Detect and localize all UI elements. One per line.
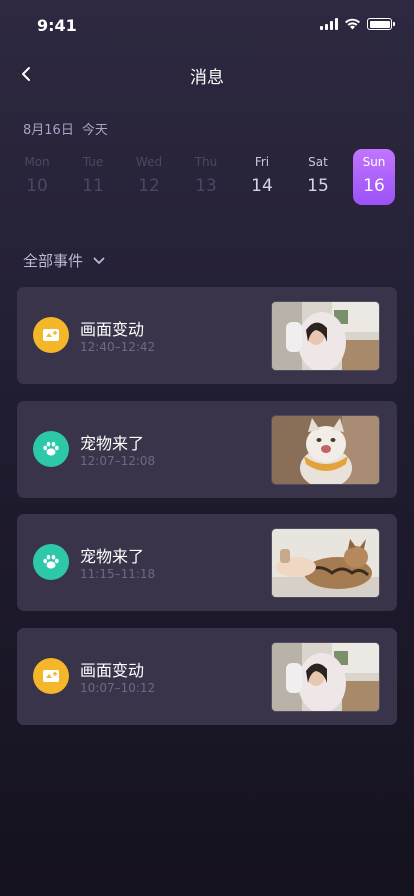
- event-time: 10:07–10:12: [80, 681, 156, 695]
- day-sun[interactable]: Sun 16: [353, 149, 395, 205]
- wifi-icon: [345, 18, 360, 30]
- day-name: Mon: [24, 155, 50, 169]
- status-bar: 9:41: [0, 0, 414, 50]
- date-label: 8月16日 今天: [23, 119, 116, 138]
- event-thumbnail[interactable]: [271, 301, 380, 371]
- event-time: 11:15–11:18: [80, 567, 156, 581]
- day-mon[interactable]: Mon 10: [16, 149, 58, 205]
- day-fri[interactable]: Fri 14: [241, 149, 283, 205]
- day-name: Fri: [254, 155, 270, 169]
- date-label-today: 今天: [81, 123, 108, 138]
- day-name: Sat: [308, 155, 328, 169]
- event-title: 宠物来了: [80, 434, 145, 453]
- chevron-down-icon: [93, 257, 105, 264]
- day-thu[interactable]: Thu 13: [185, 149, 227, 205]
- date-label-date: 8月16日: [23, 123, 74, 138]
- page-title: 消息: [190, 68, 224, 88]
- event-card[interactable]: 宠物来了 11:15–11:18: [17, 514, 397, 611]
- status-icons: [320, 18, 395, 30]
- event-thumbnail[interactable]: [271, 642, 380, 712]
- event-filter-label: 全部事件: [23, 252, 84, 270]
- event-filter-dropdown[interactable]: 全部事件: [23, 250, 105, 271]
- day-name: Thu: [194, 155, 218, 169]
- day-number: 14: [251, 176, 273, 196]
- day-number: 11: [82, 176, 104, 196]
- nav-bar: 消息: [0, 56, 414, 92]
- day-name: Tue: [82, 155, 104, 169]
- status-time: 9:41: [37, 16, 77, 35]
- day-sat[interactable]: Sat 15: [297, 149, 339, 205]
- day-number: 10: [26, 176, 48, 196]
- day-name: Sun: [362, 155, 386, 169]
- event-card[interactable]: 画面变动 10:07–10:12: [17, 628, 397, 725]
- day-tue[interactable]: Tue 11: [72, 149, 114, 205]
- image-change-icon: [33, 658, 69, 694]
- day-number: 15: [307, 176, 329, 196]
- day-number: 13: [195, 176, 217, 196]
- event-title: 画面变动: [80, 320, 145, 339]
- event-title: 宠物来了: [80, 547, 145, 566]
- event-time: 12:40–12:42: [80, 340, 156, 354]
- event-title: 画面变动: [80, 661, 145, 680]
- day-wed[interactable]: Wed 12: [128, 149, 170, 205]
- paw-icon: [33, 431, 69, 467]
- day-name: Wed: [135, 155, 163, 169]
- day-number: 16: [363, 176, 385, 196]
- battery-icon: [367, 18, 395, 30]
- event-card[interactable]: 宠物来了 12:07–12:08: [17, 401, 397, 498]
- event-thumbnail[interactable]: [271, 415, 380, 485]
- image-change-icon: [33, 317, 69, 353]
- cellular-signal-icon: [320, 18, 338, 30]
- event-card[interactable]: 画面变动 12:40–12:42: [17, 287, 397, 384]
- event-thumbnail[interactable]: [271, 528, 380, 598]
- week-strip: Mon 10 Tue 11 Wed 12 Thu 13 Fri 14 Sat 1…: [0, 149, 414, 205]
- day-number: 12: [138, 176, 160, 196]
- paw-icon: [33, 544, 69, 580]
- event-time: 12:07–12:08: [80, 454, 156, 468]
